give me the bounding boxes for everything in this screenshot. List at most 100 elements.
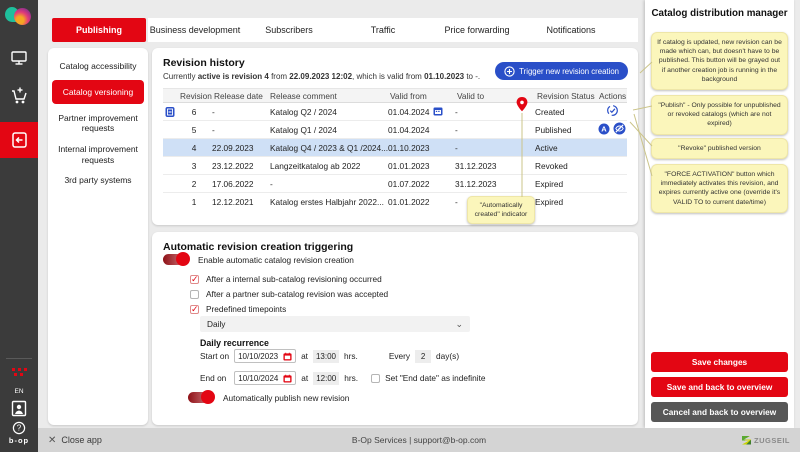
cancel-back-button[interactable]: Cancel and back to overview	[651, 402, 788, 422]
support-text: B-Op Services | support@b-op.com	[38, 435, 800, 445]
col-revision-status: Revision Status	[535, 91, 597, 101]
table-row-revision-6[interactable]: 6 - Katalog Q2 / 2024 01.04.2024 - Creat…	[163, 103, 627, 121]
nav-item-catalog-versioning[interactable]: Catalog versioning	[52, 80, 144, 104]
app-root: EN ? b-op Publishing Business developmen…	[0, 0, 800, 452]
catalog-box-icon	[10, 130, 29, 150]
tab-notifications[interactable]: Notifications	[524, 18, 618, 42]
plus-circle-icon	[504, 66, 515, 77]
calendar-icon[interactable]	[433, 106, 443, 118]
auto-publish-label: Automatically publish new revision	[223, 393, 349, 403]
chevron-down-icon: ⌄	[455, 321, 463, 327]
tab-bar: Business development Subscribers Traffic…	[148, 18, 638, 42]
keypad-icon[interactable]	[0, 368, 38, 377]
enable-automation-toggle[interactable]	[163, 254, 189, 265]
status-expired: Expired	[535, 179, 597, 189]
table-row-revision-4[interactable]: 4 22.09.2023 Katalog Q4 / 2023 & Q1 /202…	[163, 139, 627, 157]
cart-add-icon[interactable]	[0, 86, 38, 105]
note-publish: "Publish" - Only possible for unpublishe…	[651, 95, 788, 135]
notes-panel: Catalog distribution manager If catalog …	[645, 0, 794, 428]
bop-logo: b-op	[0, 436, 38, 445]
calendar-red-icon	[283, 374, 292, 383]
revoke-action-icon[interactable]	[613, 122, 626, 137]
internal-subcatalog-checkbox[interactable]	[190, 275, 199, 284]
note-force-activation: "FORCE ACTIVATION" button which immediat…	[651, 164, 788, 213]
every-label: Every	[389, 351, 410, 361]
predefined-timepoints-label: Predefined timepoints	[206, 304, 286, 314]
logo-blob-magenta	[14, 8, 31, 25]
svg-text:?: ?	[17, 424, 22, 433]
automation-title: Automatic revision creation triggering	[163, 241, 353, 253]
predefined-timepoints-checkbox[interactable]	[190, 305, 199, 314]
status-expired: Expired	[535, 197, 597, 207]
nav-item-partner-improvement-requests[interactable]: Partner improvement requests	[48, 108, 148, 139]
frequency-select[interactable]: Daily ⌄	[200, 316, 470, 332]
partner-subcatalog-checkbox[interactable]	[190, 290, 199, 299]
frequency-select-value: Daily	[207, 319, 225, 329]
company-logo-icon	[5, 5, 33, 31]
save-back-button[interactable]: Save and back to overview	[651, 377, 788, 397]
auto-created-annotation-note: "Automatically created" indicator	[467, 196, 535, 224]
status-published: Published	[535, 125, 597, 135]
auto-created-badge: A	[598, 123, 610, 137]
note-revoke: "Revoke" published version	[651, 138, 788, 159]
auto-publish-toggle[interactable]	[188, 392, 214, 403]
profile-icon[interactable]	[0, 400, 38, 417]
tab-business-development[interactable]: Business development	[148, 18, 242, 42]
end-date-input[interactable]	[234, 371, 296, 385]
internal-subcatalog-label: After a internal sub-catalog revisioning…	[206, 274, 382, 284]
start-time-input[interactable]	[313, 350, 339, 363]
revision-history-card: Revision history Currently active is rev…	[152, 48, 638, 225]
publish-action-icon[interactable]	[606, 104, 619, 119]
start-on-label: Start on	[200, 351, 229, 361]
sidebar-divider	[6, 358, 32, 359]
start-date-input[interactable]	[234, 349, 296, 363]
section-nav: Catalog accessibility Catalog versioning…	[48, 48, 148, 425]
active-revision-summary: Currently active is revision 4 from 22.0…	[163, 72, 480, 81]
table-row-revision-5[interactable]: 5 - Katalog Q1 / 2024 01.04.2024 - Publi…	[163, 121, 627, 139]
col-release-date: Release date	[212, 91, 268, 101]
tab-subscribers[interactable]: Subscribers	[242, 18, 336, 42]
status-revoked: Revoked	[535, 161, 597, 171]
save-changes-button[interactable]: Save changes	[651, 352, 788, 372]
status-active: Active	[535, 143, 597, 153]
svg-text:A: A	[601, 124, 607, 133]
table-row-revision-1[interactable]: 1 12.12.2021 Katalog erstes Halbjahr 202…	[163, 193, 627, 211]
days-label: day(s)	[436, 351, 459, 361]
automation-card: Automatic revision creation triggering E…	[152, 232, 638, 425]
recurrence-title: Daily recurrence	[200, 338, 269, 348]
every-days-input[interactable]	[415, 350, 431, 363]
nav-item-catalog-accessibility[interactable]: Catalog accessibility	[48, 56, 148, 77]
end-on-label: End on	[200, 373, 226, 383]
language-label[interactable]: EN	[0, 388, 38, 395]
note-new-revision: If catalog is updated, new revision can …	[651, 32, 788, 90]
nav-item-3rd-party-systems[interactable]: 3rd party systems	[48, 170, 148, 191]
sidebar-item-catalog-active[interactable]	[0, 122, 38, 158]
app-sidebar: EN ? b-op	[0, 0, 38, 452]
tab-publishing[interactable]: Publishing	[52, 18, 146, 42]
zugseil-logo: ZUGSEIL	[742, 436, 790, 445]
table-row-revision-3[interactable]: 3 23.12.2022 Langzeitkatalog ab 2022 01.…	[163, 157, 627, 175]
table-header-row: Revision Release date Release comment Va…	[163, 88, 627, 103]
calendar-red-icon	[283, 352, 292, 361]
partner-subcatalog-label: After a partner sub-catalog revision was…	[206, 289, 388, 299]
indefinite-end-label: Set "End date" as indefinite	[385, 373, 485, 383]
tab-traffic[interactable]: Traffic	[336, 18, 430, 42]
bottom-bar: ✕ Close app B-Op Services | support@b-op…	[38, 428, 800, 452]
trigger-new-revision-button[interactable]: Trigger new revision creation	[495, 62, 628, 80]
enable-automation-label: Enable automatic catalog revision creati…	[198, 255, 354, 265]
monitor-icon[interactable]	[0, 50, 38, 66]
nav-item-internal-improvement-requests[interactable]: Internal improvement requests	[48, 139, 148, 170]
table-row-revision-2[interactable]: 2 17.06.2022 - 01.07.2022 31.12.2023 Exp…	[163, 175, 627, 193]
col-valid-to: Valid to	[455, 91, 535, 101]
help-icon[interactable]: ?	[0, 421, 38, 435]
status-created: Created	[535, 107, 597, 117]
zugseil-z-icon	[742, 436, 751, 445]
delete-revision-icon[interactable]	[163, 106, 176, 118]
tab-price-forwarding[interactable]: Price forwarding	[430, 18, 524, 42]
col-release-comment: Release comment	[268, 91, 388, 101]
panel-title: Catalog distribution manager	[645, 8, 794, 19]
revision-history-title: Revision history	[163, 57, 245, 69]
indefinite-end-checkbox[interactable]	[371, 374, 380, 383]
col-revision: Revision	[176, 91, 212, 101]
end-time-input[interactable]	[313, 372, 339, 385]
